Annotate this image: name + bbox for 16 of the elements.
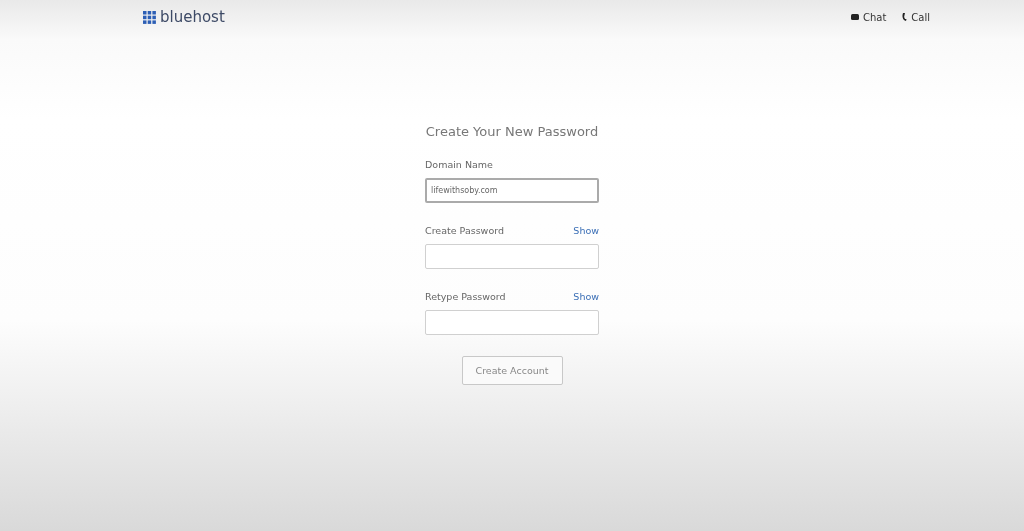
form-title: Create Your New Password xyxy=(425,123,599,141)
show-password-link[interactable]: Show xyxy=(573,290,599,305)
call-link[interactable]: Call xyxy=(911,9,930,25)
password-field[interactable] xyxy=(425,244,599,269)
domain-field[interactable]: lifewithsoby.com xyxy=(425,177,599,203)
phone-icon xyxy=(902,13,908,21)
field-label: Create Password xyxy=(425,223,504,238)
chat-icon xyxy=(850,14,859,20)
logo-text: bluehost xyxy=(160,6,225,28)
chat-link[interactable]: Chat xyxy=(862,9,887,25)
show-password-link[interactable]: Show xyxy=(573,223,599,238)
field-label: Domain Name xyxy=(425,157,493,172)
password-field[interactable] xyxy=(425,310,599,336)
field-label: Retype Password xyxy=(425,290,506,304)
logo-icon xyxy=(143,10,156,24)
create-account-button[interactable]: Create Account xyxy=(461,356,563,386)
